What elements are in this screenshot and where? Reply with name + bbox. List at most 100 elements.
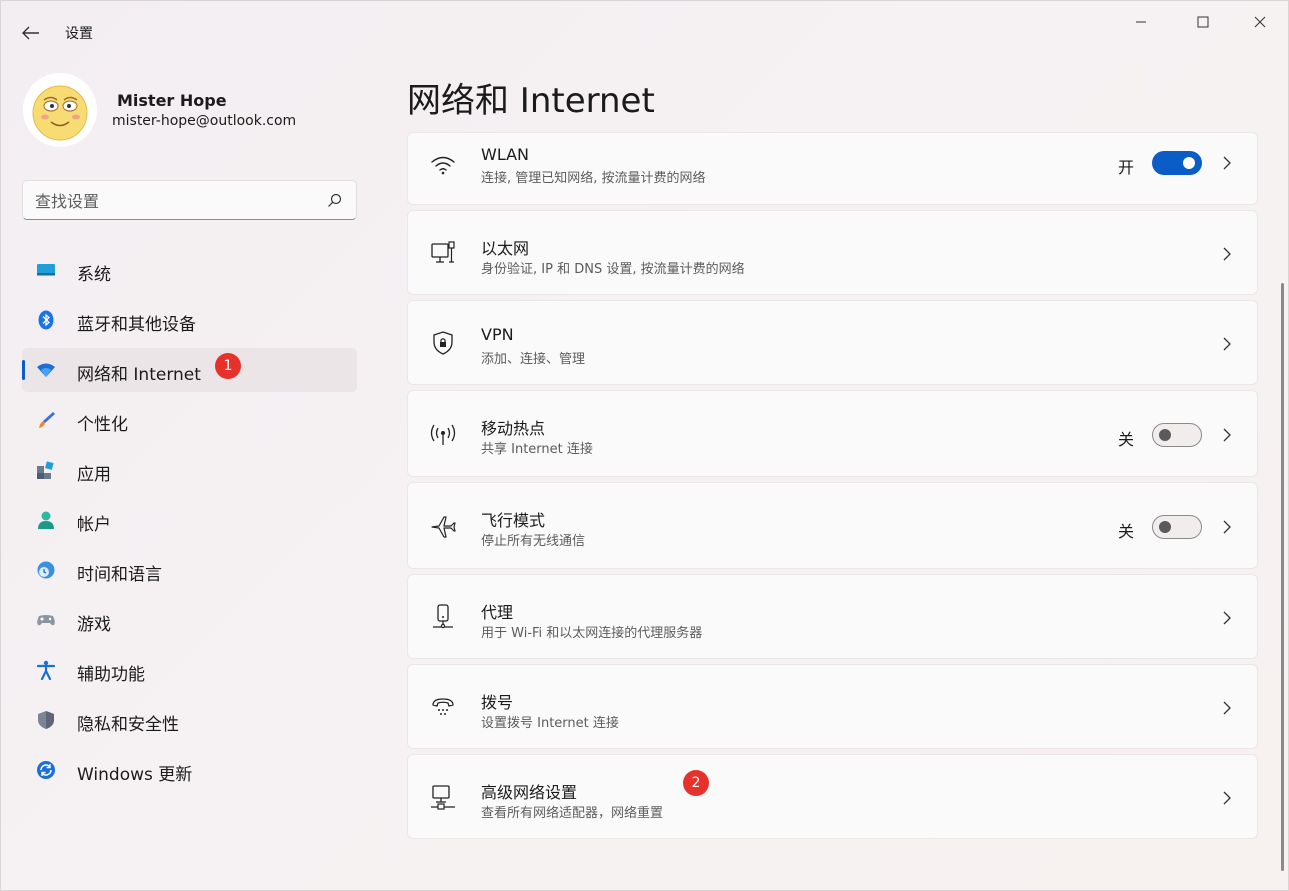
sidebar-item-accessibility[interactable]: 辅助功能 bbox=[22, 648, 357, 692]
toggle-state-label: 关 bbox=[1118, 522, 1135, 541]
card-title: 代理 bbox=[481, 603, 514, 622]
search-input[interactable] bbox=[35, 189, 315, 213]
settings-window: 设置 Mister Hope mister-hope@outlook.com 查… bbox=[0, 0, 1289, 891]
sidebar-item-windows-update[interactable]: Windows 更新 bbox=[22, 748, 357, 792]
toggle-state-label: 关 bbox=[1118, 430, 1135, 449]
card-subtitle: 设置拨号 Internet 连接 bbox=[481, 716, 619, 731]
sidebar-item-label: Windows 更新 bbox=[77, 765, 193, 785]
gamepad-icon bbox=[37, 615, 55, 626]
chevron-right-icon bbox=[1223, 428, 1231, 442]
card-title: WLAN bbox=[481, 145, 530, 164]
card-subtitle: 连接, 管理已知网络, 按流量计费的网络 bbox=[481, 171, 706, 186]
shield-lock-icon bbox=[433, 331, 453, 355]
sidebar-item-personalization[interactable]: 个性化 bbox=[22, 398, 357, 442]
step-badge: 2 bbox=[683, 770, 709, 796]
chevron-right-icon bbox=[1223, 611, 1231, 625]
search-box[interactable] bbox=[22, 180, 357, 220]
title-bar: 设置 bbox=[1, 1, 1288, 61]
avatar[interactable] bbox=[23, 73, 97, 147]
chevron-right-icon bbox=[1223, 520, 1231, 534]
card-proxy[interactable]: 代理 用于 Wi-Fi 和以太网连接的代理服务器 bbox=[407, 574, 1258, 659]
card-mobile-hotspot[interactable]: 移动热点 共享 Internet 连接 关 bbox=[407, 390, 1258, 477]
back-button[interactable] bbox=[15, 19, 47, 47]
close-button[interactable] bbox=[1237, 7, 1283, 37]
card-ethernet[interactable]: 以太网 身份验证, IP 和 DNS 设置, 按流量计费的网络 bbox=[407, 210, 1258, 295]
maximize-button[interactable] bbox=[1180, 7, 1226, 37]
step-badge: 1 bbox=[215, 353, 241, 379]
sidebar-item-label: 应用 bbox=[77, 465, 111, 485]
accessibility-icon bbox=[36, 660, 56, 680]
sidebar-item-bluetooth[interactable]: 蓝牙和其他设备 bbox=[22, 298, 357, 342]
smiley-avatar-icon bbox=[23, 73, 97, 147]
card-advanced-network[interactable]: 高级网络设置 查看所有网络适配器，网络重置 2 bbox=[407, 754, 1258, 839]
system-icon bbox=[37, 264, 55, 276]
card-title: 以太网 bbox=[481, 239, 530, 258]
card-subtitle: 身份验证, IP 和 DNS 设置, 按流量计费的网络 bbox=[481, 262, 745, 277]
card-subtitle: 查看所有网络适配器，网络重置 bbox=[481, 806, 664, 821]
sidebar-item-network[interactable]: 网络和 Internet 1 bbox=[22, 348, 357, 392]
card-subtitle: 停止所有无线通信 bbox=[481, 534, 586, 549]
card-title: VPN bbox=[481, 325, 514, 344]
sidebar-item-label: 个性化 bbox=[77, 415, 128, 435]
sidebar-item-accounts[interactable]: 帐户 bbox=[22, 498, 357, 542]
apps-icon bbox=[37, 461, 54, 479]
card-vpn[interactable]: VPN 添加、连接、管理 bbox=[407, 300, 1258, 385]
active-indicator bbox=[22, 360, 25, 380]
card-subtitle: 用于 Wi-Fi 和以太网连接的代理服务器 bbox=[481, 626, 703, 641]
hotspot-toggle[interactable] bbox=[1152, 423, 1202, 447]
card-subtitle: 共享 Internet 连接 bbox=[481, 442, 593, 457]
profile-name: Mister Hope bbox=[117, 91, 227, 110]
maximize-icon bbox=[1197, 16, 1209, 28]
card-title: 高级网络设置 bbox=[481, 783, 578, 802]
search-icon bbox=[328, 193, 342, 207]
sidebar-item-time-language[interactable]: 时间和语言 bbox=[22, 548, 357, 592]
ethernet-icon bbox=[431, 241, 455, 263]
card-airplane-mode[interactable]: 飞行模式 停止所有无线通信 关 bbox=[407, 482, 1258, 569]
toggle-knob bbox=[1159, 521, 1171, 533]
sidebar-item-system[interactable]: 系统 bbox=[22, 248, 357, 292]
chevron-right-icon bbox=[1223, 247, 1231, 261]
chevron-right-icon bbox=[1223, 791, 1231, 805]
sidebar-item-label: 网络和 Internet bbox=[77, 365, 201, 385]
hotspot-icon bbox=[430, 424, 456, 445]
chevron-right-icon bbox=[1223, 337, 1231, 351]
sidebar-item-gaming[interactable]: 游戏 bbox=[22, 598, 357, 642]
brush-icon bbox=[39, 412, 55, 428]
sidebar-item-label: 游戏 bbox=[77, 615, 111, 635]
sidebar-item-privacy[interactable]: 隐私和安全性 bbox=[22, 698, 357, 742]
card-title: 飞行模式 bbox=[481, 511, 546, 530]
update-icon bbox=[37, 761, 55, 779]
card-title: 拨号 bbox=[481, 693, 514, 712]
chevron-right-icon bbox=[1223, 701, 1231, 715]
card-title: 移动热点 bbox=[481, 419, 546, 438]
card-wlan[interactable]: WLAN 连接, 管理已知网络, 按流量计费的网络 开 bbox=[407, 132, 1258, 205]
app-title: 设置 bbox=[65, 26, 93, 42]
shield-icon bbox=[38, 711, 54, 729]
airplane-icon bbox=[431, 516, 456, 538]
dial-up-icon bbox=[432, 698, 454, 715]
wifi-icon bbox=[431, 156, 455, 175]
toggle-knob bbox=[1159, 429, 1171, 441]
time-language-icon bbox=[37, 561, 55, 579]
toggle-state-label: 开 bbox=[1118, 158, 1135, 177]
page-title: 网络和 Internet bbox=[407, 81, 655, 121]
sidebar-item-label: 辅助功能 bbox=[77, 665, 145, 685]
card-dial-up[interactable]: 拨号 设置拨号 Internet 连接 bbox=[407, 664, 1258, 749]
toggle-knob bbox=[1183, 157, 1195, 169]
minimize-button[interactable] bbox=[1118, 7, 1164, 37]
profile-email: mister-hope@outlook.com bbox=[112, 113, 297, 129]
sidebar-item-label: 隐私和安全性 bbox=[77, 715, 179, 735]
sidebar-item-label: 蓝牙和其他设备 bbox=[77, 315, 196, 335]
network-adapter-icon bbox=[431, 785, 455, 810]
card-subtitle: 添加、连接、管理 bbox=[481, 352, 586, 367]
sidebar-item-label: 帐户 bbox=[77, 515, 111, 535]
sidebar-item-label: 系统 bbox=[77, 265, 111, 285]
vertical-scrollbar[interactable] bbox=[1281, 283, 1284, 871]
wifi-icon bbox=[37, 363, 55, 377]
close-icon bbox=[1254, 16, 1266, 28]
sidebar-item-apps[interactable]: 应用 bbox=[22, 448, 357, 492]
sidebar-nav: 系统 蓝牙和其他设备 网络和 Internet 1 个性化 应用 帐户 时间和语… bbox=[22, 248, 357, 798]
chevron-right-icon bbox=[1223, 156, 1231, 170]
wlan-toggle[interactable] bbox=[1152, 151, 1202, 175]
airplane-toggle[interactable] bbox=[1152, 515, 1202, 539]
